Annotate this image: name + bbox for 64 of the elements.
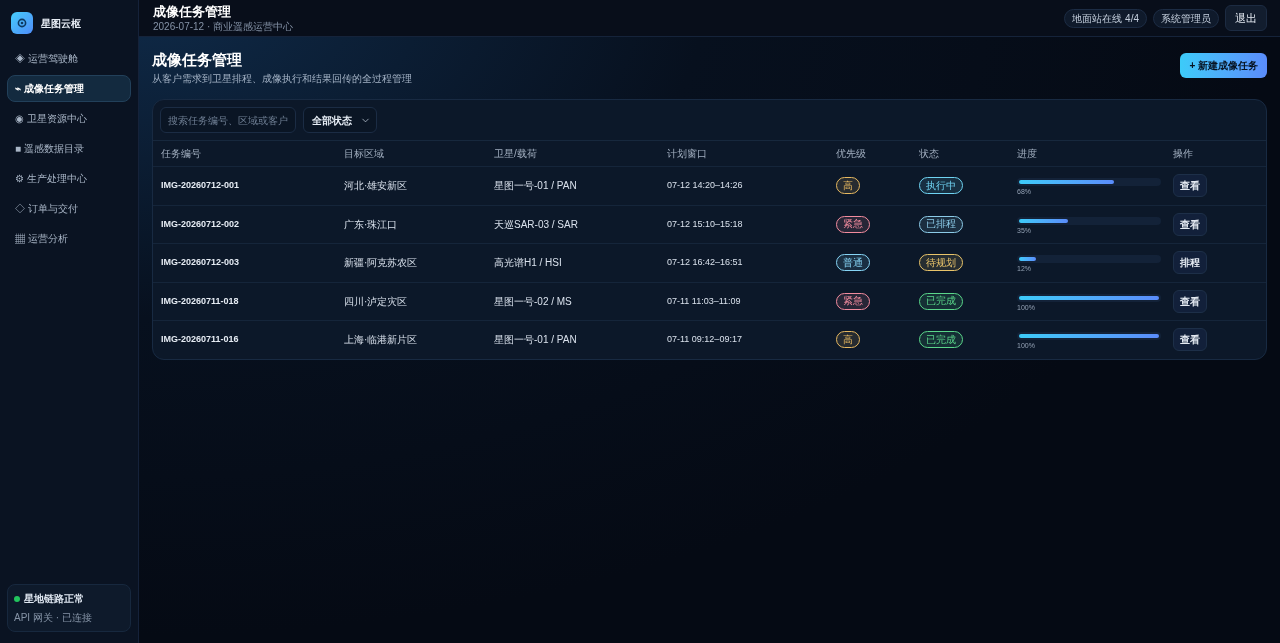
- header-title: 成像任务管理: [153, 3, 232, 20]
- row-action-button[interactable]: 查看: [1173, 328, 1207, 352]
- column-header: 目标区域: [344, 147, 385, 161]
- link-status-title: 星地链路正常: [24, 592, 84, 606]
- priority-badge: 高: [836, 331, 860, 349]
- search-field[interactable]: 搜索任务编号、区域或客户: [160, 107, 296, 133]
- target-region: 上海·临港新片区: [344, 333, 419, 348]
- column-header: 卫星/载荷: [494, 147, 538, 161]
- target-region: 新疆·阿克苏农区: [344, 256, 419, 271]
- priority-badge: 紧急: [836, 215, 870, 233]
- page-title: 成像任务管理: [152, 50, 243, 69]
- plan-window: 07-11 09:12–09:17: [667, 333, 836, 347]
- row-action-button[interactable]: 查看: [1173, 174, 1207, 198]
- row-action-button[interactable]: 排程: [1173, 251, 1207, 275]
- page-description: 从客户需求到卫星排程、成像执行和结果回传的全过程管理: [152, 72, 412, 86]
- priority-badge: 普通: [836, 254, 870, 272]
- nav-item[interactable]: ◇ 订单与交付: [7, 195, 131, 222]
- nav-item[interactable]: ▦ 运营分析: [7, 225, 131, 252]
- status-select[interactable]: 全部状态: [303, 107, 377, 133]
- task-id: IMG-20260712-003: [161, 256, 241, 269]
- column-header: 进度: [1017, 147, 1038, 161]
- satellite-payload: 天巡SAR-03 / SAR: [494, 217, 579, 232]
- row-action-button[interactable]: 查看: [1173, 212, 1207, 236]
- task-id: IMG-20260712-001: [161, 179, 241, 192]
- row-action-button[interactable]: 查看: [1173, 289, 1207, 313]
- nav-item[interactable]: ■ 遥感数据目录: [7, 135, 131, 162]
- plan-window: 07-12 15:10–15:18: [667, 217, 836, 231]
- column-header: 操作: [1173, 147, 1194, 161]
- target-region: 广东·珠江口: [344, 217, 399, 232]
- nav-item[interactable]: ◉ 卫星资源中心: [7, 105, 131, 132]
- header-subtitle: 2026-07-12 · 商业遥感运营中心: [153, 19, 294, 33]
- priority-badge: 高: [836, 177, 860, 195]
- status-badge: 待规划: [919, 254, 963, 272]
- link-status-detail: API 网关 · 已连接: [14, 611, 93, 625]
- task-id: IMG-20260712-002: [161, 217, 241, 231]
- nav-item[interactable]: ◈ 运营驾驶舱: [7, 45, 131, 72]
- target-region: 河北·雄安新区: [344, 179, 409, 194]
- column-header: 任务编号: [161, 147, 202, 161]
- header-pill: 系统管理员: [1153, 8, 1219, 28]
- nav-item[interactable]: ⚙ 生产处理中心: [7, 165, 131, 192]
- task-id: IMG-20260711-018: [161, 294, 240, 308]
- satellite-payload: 高光谱H1 / HSI: [494, 256, 563, 271]
- column-header: 计划窗口: [667, 147, 708, 161]
- column-header: 优先级: [836, 147, 867, 161]
- brand-name: 星图云枢: [41, 16, 81, 31]
- target-region: 四川·泸定灾区: [344, 294, 409, 309]
- satellite-payload: 星图一号-01 / PAN: [494, 333, 578, 348]
- plan-window: 07-11 11:03–11:09: [667, 294, 836, 308]
- new-task-button[interactable]: + 新建成像任务: [1180, 53, 1267, 78]
- satellite-payload: 星图一号-01 / PAN: [494, 179, 578, 194]
- status-badge: 已完成: [919, 331, 963, 349]
- status-badge: 已排程: [919, 215, 963, 233]
- logout-button[interactable]: 退出: [1225, 5, 1267, 31]
- header-pill: 地面站在线 4/4: [1064, 8, 1147, 28]
- priority-badge: 紧急: [836, 292, 870, 310]
- column-header: 状态: [919, 147, 940, 161]
- status-badge: 执行中: [919, 177, 963, 195]
- plan-window: 07-12 14:20–14:26: [667, 179, 836, 193]
- satellite-payload: 星图一号-02 / MS: [494, 294, 573, 309]
- task-id: IMG-20260711-016: [161, 333, 240, 346]
- nav-item[interactable]: ⌁ 成像任务管理: [7, 75, 131, 102]
- app-logo-icon: [11, 12, 33, 34]
- status-badge: 已完成: [919, 292, 963, 310]
- plan-window: 07-12 16:42–16:51: [667, 256, 836, 270]
